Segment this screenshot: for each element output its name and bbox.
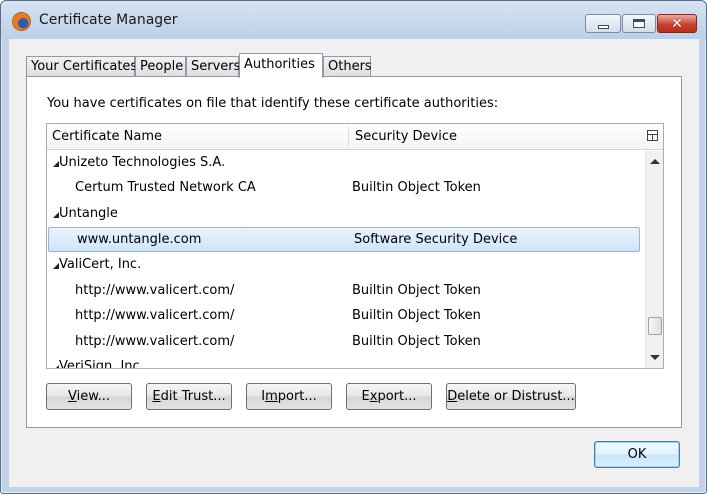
title-bar[interactable]: Certificate Manager ✕ <box>1 1 706 39</box>
minimize-button[interactable] <box>585 14 621 33</box>
tree-row-selected[interactable]: www.untangle.com Software Security Devic… <box>48 227 640 252</box>
tree-row[interactable]: http://www.valicert.com/ Builtin Object … <box>47 330 641 355</box>
maximize-button[interactable] <box>622 14 656 33</box>
security-device-cell: Builtin Object Token <box>352 308 481 323</box>
certificate-name-cell: VeriSign, Inc. <box>59 359 144 369</box>
scroll-down-arrow-icon[interactable] <box>650 355 660 360</box>
certificate-name-cell: ValiCert, Inc. <box>59 257 142 272</box>
import-mnemonic: m <box>265 389 278 404</box>
import-label: port... <box>277 389 317 404</box>
dialog-body: Your Certificates People Servers Authori… <box>9 39 699 487</box>
delete-mnemonic: D <box>447 389 458 404</box>
column-header-certificate-name[interactable]: Certificate Name <box>52 129 162 144</box>
certificate-name-cell: www.untangle.com <box>77 232 202 247</box>
certificate-manager-window: Certificate Manager ✕ Your Certificates … <box>0 0 707 494</box>
certificate-name-cell: Untangle <box>59 206 118 221</box>
authorities-panel: You have certificates on file that ident… <box>26 76 682 428</box>
certificate-name-cell: http://www.valicert.com/ <box>75 283 235 298</box>
certificate-tree[interactable]: Certificate Name Security Device Unizeto… <box>46 123 664 369</box>
ok-button[interactable]: OK <box>594 441 680 468</box>
tree-group-row[interactable]: Untangle <box>47 202 641 227</box>
tree-row[interactable]: http://www.valicert.com/ Builtin Object … <box>47 279 641 304</box>
export-label-pre: E <box>361 389 370 404</box>
tree-group-row[interactable]: ValiCert, Inc. <box>47 253 641 278</box>
maximize-icon <box>633 19 645 28</box>
close-icon: ✕ <box>671 15 683 32</box>
view-mnemonic: V <box>67 389 77 404</box>
certificate-name-cell: http://www.valicert.com/ <box>75 308 235 323</box>
tab-your-certificates[interactable]: Your Certificates <box>26 56 137 78</box>
certificate-name-cell: Certum Trusted Network CA <box>75 180 256 195</box>
export-label: port... <box>377 389 417 404</box>
security-device-cell: Builtin Object Token <box>352 283 481 298</box>
tab-people[interactable]: People <box>135 56 186 78</box>
security-device-cell: Builtin Object Token <box>352 180 481 195</box>
view-label: iew... <box>76 389 111 404</box>
edit-trust-mnemonic: E <box>152 389 161 404</box>
tab-servers[interactable]: Servers <box>186 56 240 78</box>
minimize-icon <box>597 24 609 29</box>
tab-others[interactable]: Others <box>323 56 372 78</box>
close-button[interactable]: ✕ <box>657 14 697 33</box>
delete-or-distrust-button[interactable]: Delete or Distrust... <box>446 383 576 410</box>
import-button[interactable]: Import... <box>246 383 332 410</box>
tab-authorities[interactable]: Authorities <box>239 53 323 78</box>
column-separator[interactable] <box>348 127 349 147</box>
delete-label: elete or Distrust... <box>457 389 575 404</box>
window-title: Certificate Manager <box>39 12 178 28</box>
export-button[interactable]: Export... <box>346 383 432 410</box>
certificate-name-cell: http://www.valicert.com/ <box>75 334 235 349</box>
tree-row[interactable]: http://www.valicert.com/ Builtin Object … <box>47 304 641 329</box>
certificate-name-cell: Unizeto Technologies S.A. <box>59 155 226 170</box>
security-device-cell: Builtin Object Token <box>352 334 481 349</box>
firefox-icon <box>13 13 30 30</box>
scrollbar-thumb[interactable] <box>648 317 662 335</box>
vertical-scrollbar[interactable] <box>645 151 663 368</box>
scroll-up-arrow-icon[interactable] <box>650 159 660 164</box>
column-header-security-device[interactable]: Security Device <box>355 129 457 144</box>
tree-header: Certificate Name Security Device <box>47 124 663 150</box>
tree-group-row[interactable]: VeriSign, Inc. <box>47 355 641 369</box>
security-device-cell: Software Security Device <box>354 232 518 247</box>
tree-row[interactable]: Certum Trusted Network CA Builtin Object… <box>47 176 641 201</box>
intro-text: You have certificates on file that ident… <box>47 96 499 111</box>
tree-group-row[interactable]: Unizeto Technologies S.A. <box>47 151 641 176</box>
edit-trust-label: dit Trust... <box>160 389 226 404</box>
column-picker-icon[interactable] <box>647 130 658 141</box>
view-button[interactable]: View... <box>46 383 132 410</box>
edit-trust-button[interactable]: Edit Trust... <box>146 383 232 410</box>
